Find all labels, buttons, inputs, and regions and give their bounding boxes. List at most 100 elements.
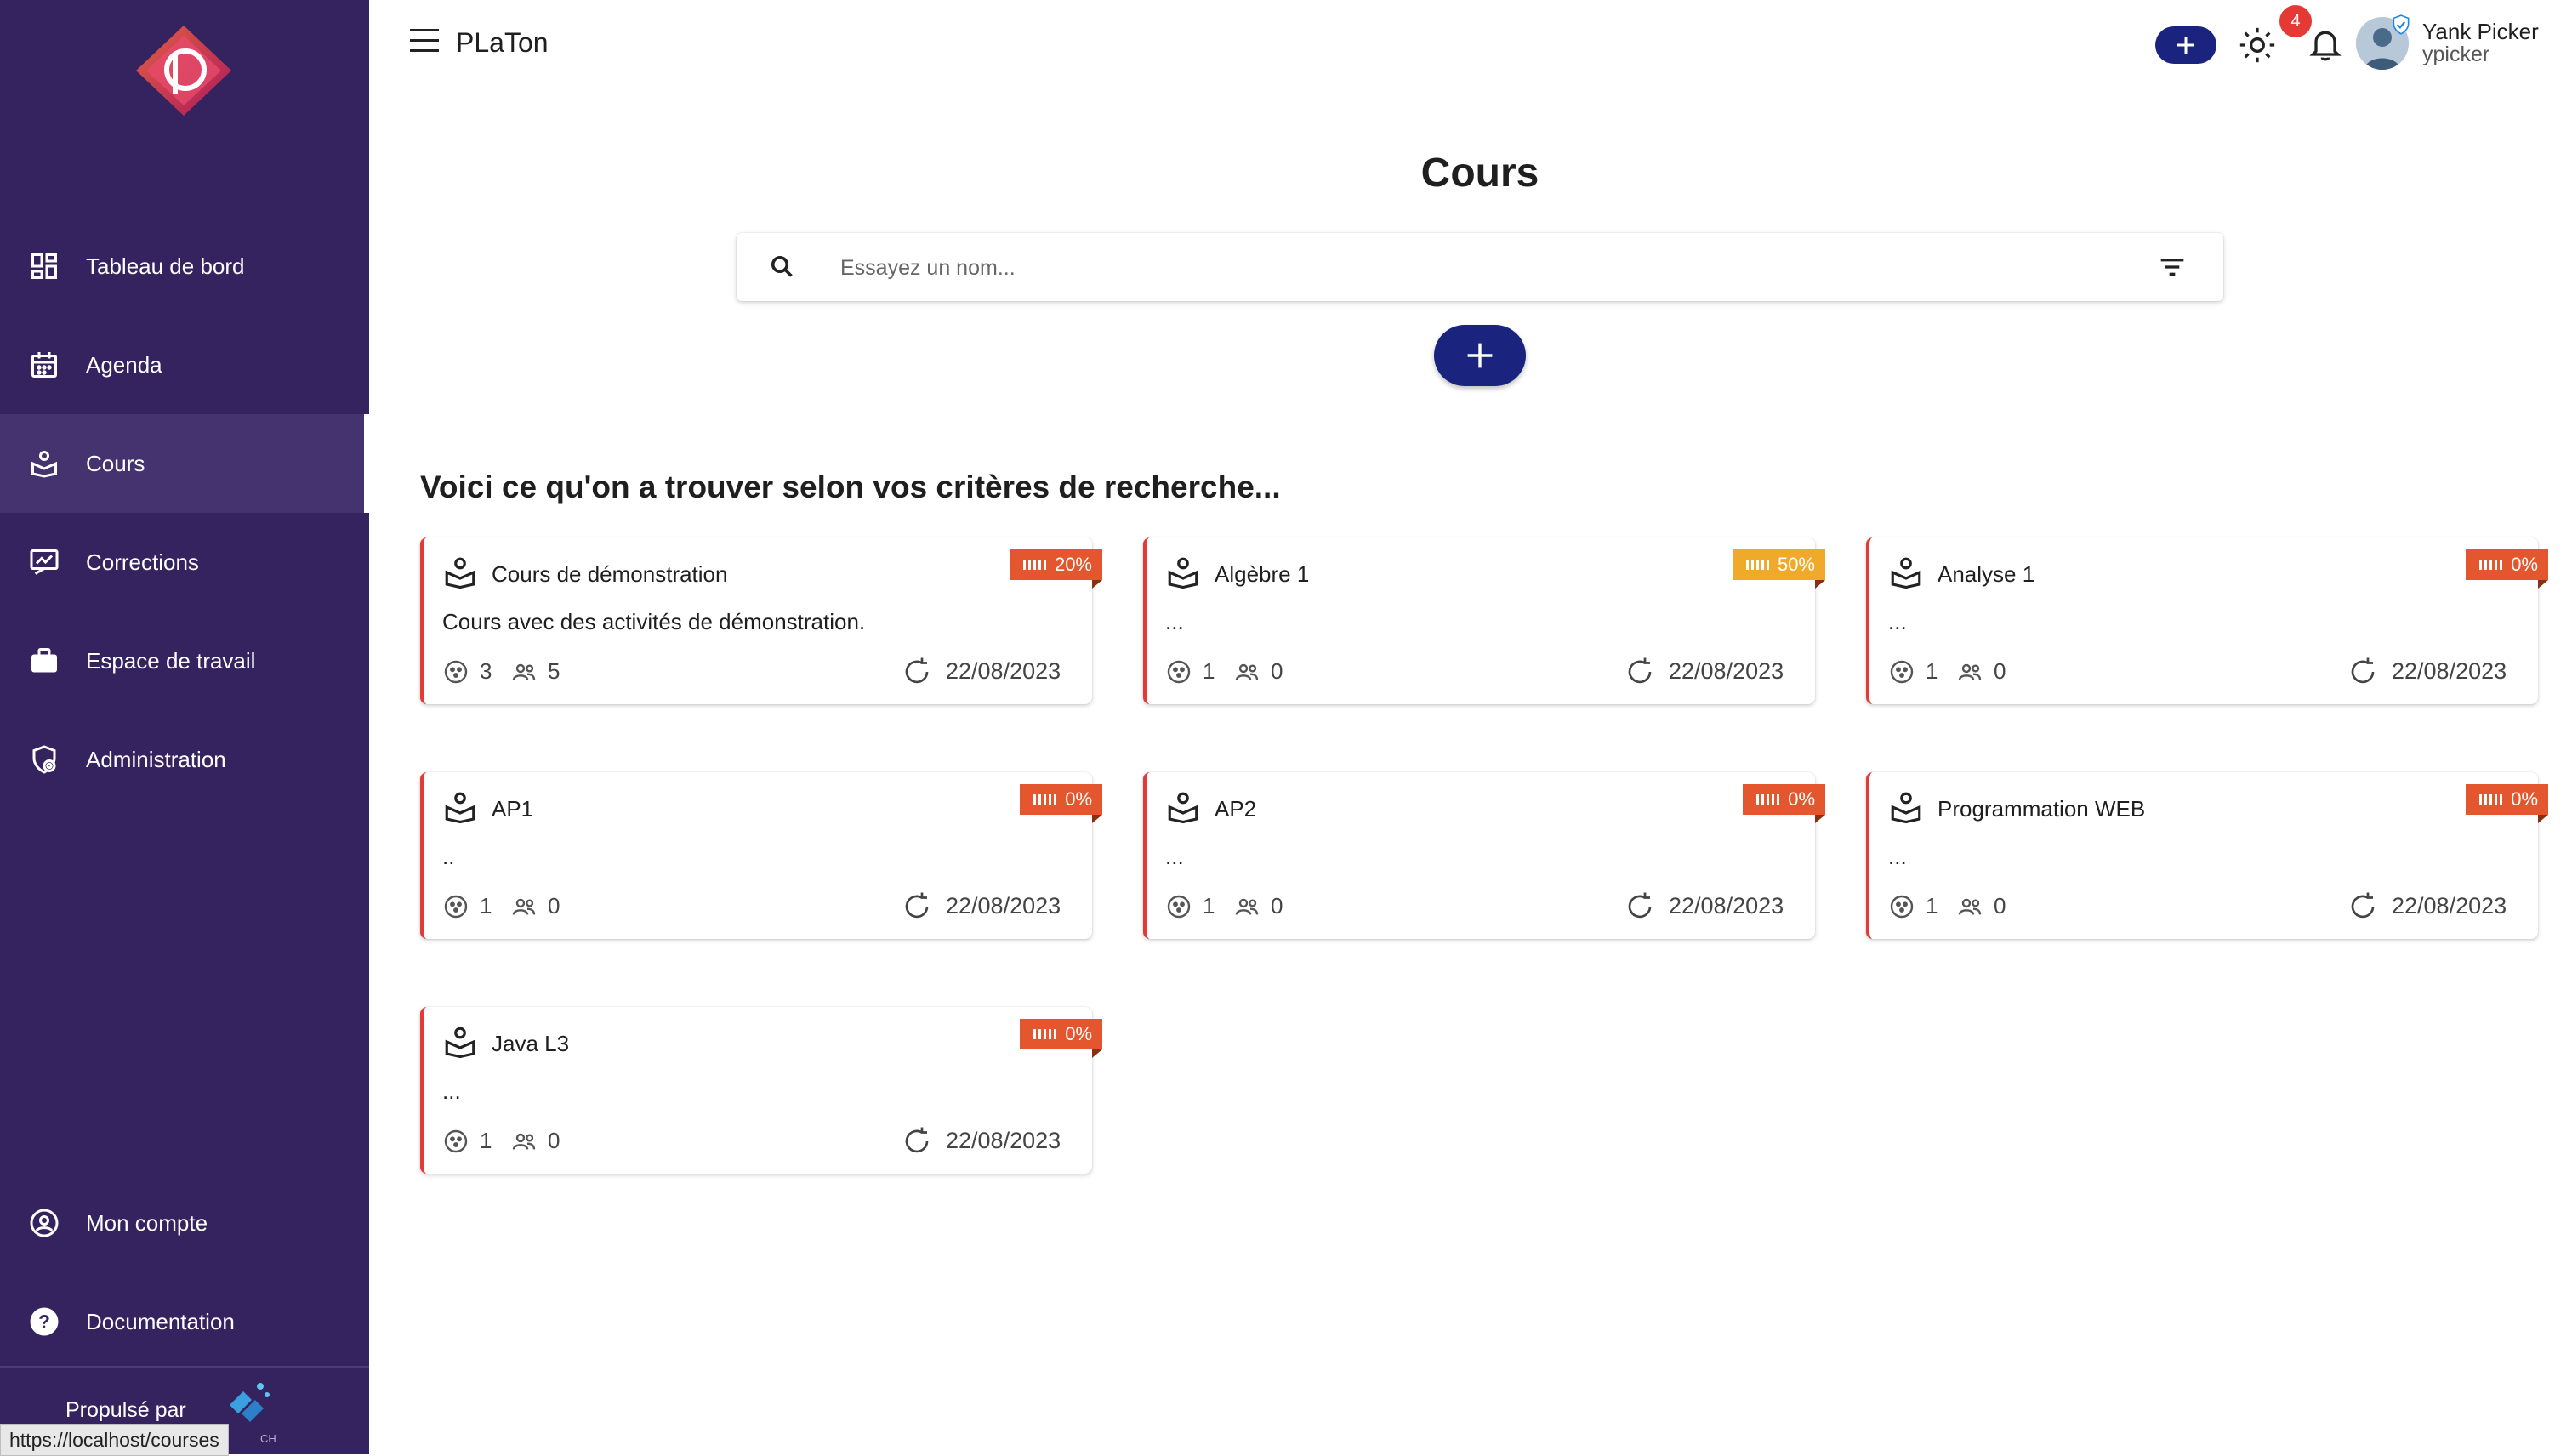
members-icon <box>1956 658 1983 685</box>
course-description: ... <box>1165 609 1184 634</box>
notification-badge: 4 <box>2279 5 2312 37</box>
user-name[interactable]: Yank Picker <box>2422 19 2539 45</box>
activities-count: 1 <box>480 1128 492 1153</box>
course-card[interactable]: AP1 0% .. 1 0 22/08/2023 <box>420 772 1102 939</box>
activities-count: 1 <box>1203 893 1215 919</box>
menu-icon[interactable] <box>408 26 442 56</box>
progress-bars-icon <box>2479 794 2503 805</box>
sidebar-item-label: Cours <box>86 450 145 476</box>
course-card[interactable]: Cours de démonstration 20% Cours avec de… <box>420 537 1103 704</box>
refresh-icon <box>902 891 932 922</box>
progress-badge: 0% <box>1020 784 1102 823</box>
sidebar: Tableau de bord Agenda Cours Corrections… <box>0 0 369 1456</box>
bell-icon[interactable] <box>2307 26 2344 64</box>
powered-by-logo-icon[interactable] <box>221 1379 272 1424</box>
activities-count: 1 <box>1926 658 1938 684</box>
members-count: 0 <box>548 893 560 919</box>
progress-bars-icon <box>2479 560 2503 570</box>
members-icon <box>1233 893 1260 920</box>
members-icon <box>510 893 538 920</box>
sidebar-item-label: Administration <box>86 746 226 772</box>
course-date: 22/08/2023 <box>1669 658 1784 684</box>
plus-icon <box>2177 37 2194 54</box>
refresh-icon <box>1625 891 1655 922</box>
course-card[interactable]: Analyse 1 0% ... 1 0 22/08/2023 <box>1866 537 2548 704</box>
course-title: Analyse 1 <box>1938 561 2035 587</box>
filter-icon[interactable] <box>2155 250 2189 284</box>
sidebar-item-documentation[interactable]: ? Documentation <box>0 1272 369 1371</box>
members-icon <box>510 1128 538 1155</box>
progress-value: 50% <box>1777 554 1815 575</box>
progress-value: 0% <box>2511 554 2538 575</box>
progress-bars-icon <box>1756 794 1780 805</box>
activities-icon <box>1165 893 1192 920</box>
progress-badge: 0% <box>2466 549 2548 589</box>
course-date: 22/08/2023 <box>2392 893 2507 919</box>
course-card[interactable]: Programmation WEB 0% ... 1 0 22/08/2023 <box>1866 772 2548 939</box>
course-date: 22/08/2023 <box>2392 658 2507 684</box>
course-card[interactable]: Java L3 0% ... 1 0 22/08/2023 <box>420 1007 1102 1174</box>
course-title: Cours de démonstration <box>492 561 728 587</box>
course-description: ... <box>1888 844 1907 869</box>
sidebar-item-tableau-de-bord[interactable]: Tableau de bord <box>0 217 369 316</box>
progress-bars-icon <box>1745 560 1769 570</box>
sidebar-item-administration[interactable]: Administration <box>0 710 369 809</box>
sidebar-item-cours[interactable]: Cours <box>0 414 369 513</box>
course-icon <box>1888 555 1924 590</box>
sidebar-item-label: Documentation <box>86 1308 235 1334</box>
course-title: Java L3 <box>492 1031 570 1056</box>
activities-count: 3 <box>480 658 492 684</box>
course-title: AP2 <box>1215 796 1257 822</box>
platon-logo-icon[interactable] <box>133 24 235 117</box>
refresh-icon <box>2347 657 2378 687</box>
course-description: ... <box>442 1078 461 1104</box>
members-icon <box>510 658 538 685</box>
app-title: PLaTon <box>456 27 549 58</box>
sidebar-item-mon-compte[interactable]: Mon compte <box>0 1174 369 1272</box>
course-icon <box>442 1024 478 1060</box>
progress-bars-icon <box>1022 560 1046 570</box>
sidebar-item-agenda[interactable]: Agenda <box>0 316 369 414</box>
course-icon <box>1888 789 1924 825</box>
add-button[interactable] <box>2155 26 2216 64</box>
admin-icon <box>26 741 63 778</box>
course-date: 22/08/2023 <box>946 1128 1061 1153</box>
briefcase-icon <box>26 642 63 680</box>
sun-icon[interactable] <box>2239 26 2276 64</box>
progress-bars-icon <box>1033 1029 1057 1039</box>
refresh-icon <box>2347 891 2378 922</box>
members-count: 0 <box>1271 658 1283 684</box>
powered-by-text: Propulsé par <box>65 1398 186 1422</box>
course-title: AP1 <box>492 796 534 822</box>
course-icon <box>442 789 478 825</box>
dashboard-icon <box>26 247 63 285</box>
search-icon <box>767 252 798 282</box>
activities-icon <box>442 658 469 685</box>
activities-icon <box>442 893 469 920</box>
course-card[interactable]: AP2 0% ... 1 0 22/08/2023 <box>1143 772 1825 939</box>
course-icon <box>442 555 478 590</box>
search-box <box>737 233 2223 301</box>
activities-count: 1 <box>1926 893 1938 919</box>
activities-count: 1 <box>1203 658 1215 684</box>
members-count: 0 <box>548 1128 560 1153</box>
course-description: ... <box>1888 609 1907 634</box>
course-title: Programmation WEB <box>1938 796 2146 822</box>
search-input[interactable] <box>839 247 2101 289</box>
course-card[interactable]: Algèbre 1 50% ... 1 0 22/08/2023 <box>1143 537 1826 704</box>
account-icon <box>26 1204 63 1242</box>
members-count: 0 <box>1271 893 1283 919</box>
course-icon <box>1165 789 1201 825</box>
page-title: Cours <box>1420 151 1539 196</box>
create-course-button[interactable] <box>1434 325 1526 386</box>
sidebar-item-espace-de-travail[interactable]: Espace de travail <box>0 611 369 710</box>
corrections-icon <box>26 543 63 581</box>
help-icon: ? <box>26 1303 63 1340</box>
activities-icon <box>1888 658 1915 685</box>
sidebar-item-corrections[interactable]: Corrections <box>0 513 369 611</box>
members-count: 0 <box>1994 893 2006 919</box>
course-description: Cours avec des activités de démonstratio… <box>442 609 866 634</box>
progress-badge: 0% <box>2466 784 2548 823</box>
course-icon <box>26 445 63 482</box>
sidebar-item-label: Agenda <box>86 351 162 378</box>
